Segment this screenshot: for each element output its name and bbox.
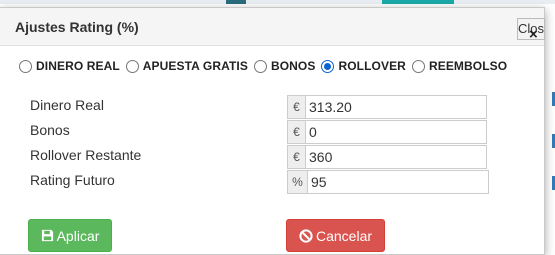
euro-addon: €: [287, 145, 305, 169]
radio-label: ROLLOVER: [338, 59, 406, 73]
euro-addon: €: [287, 120, 305, 144]
bonos-label: Bonos: [30, 122, 70, 138]
cancel-button[interactable]: Cancelar: [286, 219, 385, 252]
radio-label: DINERO REAL: [36, 59, 120, 73]
apply-button-label: Aplicar: [56, 227, 100, 244]
dinero-real-label: Dinero Real: [30, 97, 104, 113]
rating-type-radio-group: DINERO REAL APUESTA GRATIS BONOS ROLLOVE…: [19, 59, 513, 73]
close-icon[interactable]: ×: [529, 27, 538, 42]
background-header: [0, 0, 555, 4]
radio-button[interactable]: [125, 59, 139, 73]
cancel-button-label: Cancelar: [315, 227, 373, 244]
rating-futuro-label: Rating Futuro: [30, 172, 115, 188]
radio-button[interactable]: [411, 59, 425, 73]
modal-header: Ajustes Rating (%) Close: [0, 8, 545, 46]
ban-icon: [299, 228, 313, 243]
background-tab: [226, 0, 246, 4]
radio-button[interactable]: [253, 59, 267, 73]
rating-settings-modal: Ajustes Rating (%) Close × DINERO REAL A…: [0, 7, 545, 255]
radio-label: BONOS: [270, 59, 316, 73]
radio-rollover[interactable]: ROLLOVER: [321, 59, 406, 73]
radio-bonos[interactable]: BONOS: [253, 59, 316, 73]
rollover-restante-label: Rollover Restante: [30, 147, 142, 163]
radio-apuesta-gratis[interactable]: APUESTA GRATIS: [125, 59, 248, 73]
euro-addon: €: [287, 95, 305, 119]
save-icon: [41, 229, 53, 242]
radio-button[interactable]: [19, 59, 32, 73]
rating-futuro-input[interactable]: [307, 170, 489, 194]
radio-label: APUESTA GRATIS: [142, 59, 248, 73]
bonos-input[interactable]: [305, 120, 487, 144]
background-tab: [382, 0, 454, 4]
radio-button-selected[interactable]: [321, 59, 335, 73]
radio-dinero-real[interactable]: DINERO REAL: [19, 59, 120, 73]
modal-title: Ajustes Rating (%): [15, 19, 139, 35]
radio-label: REEMBOLSO: [428, 59, 508, 73]
percent-addon: %: [287, 170, 307, 194]
apply-button[interactable]: Aplicar: [28, 219, 112, 252]
radio-reembolso[interactable]: REEMBOLSO: [411, 59, 508, 73]
dinero-real-input[interactable]: [305, 95, 487, 119]
rollover-restante-input[interactable]: [305, 145, 487, 169]
